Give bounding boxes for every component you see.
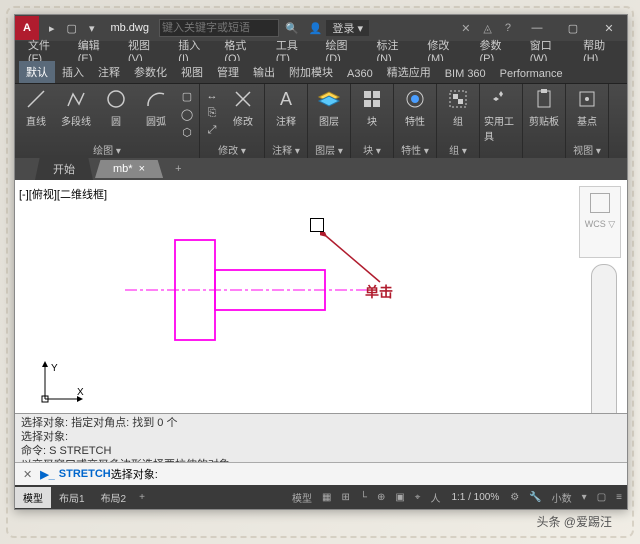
- modify-copy-icon[interactable]: ⎘: [204, 105, 220, 121]
- panel-group-label: 组 ▾: [441, 141, 475, 158]
- draw-small-2[interactable]: ◯: [179, 106, 195, 122]
- ribbon-tab-featured[interactable]: 精选应用: [380, 61, 438, 83]
- status-wrench-icon[interactable]: 🔧: [524, 492, 546, 503]
- panel-modify-label: 修改 ▾: [204, 141, 260, 158]
- status-polar-icon[interactable]: ⊕: [372, 492, 390, 503]
- modify-button[interactable]: 修改: [226, 86, 260, 128]
- status-more-icon[interactable]: ▾: [577, 492, 592, 503]
- ribbon-tab-addin[interactable]: 附加模块: [282, 61, 340, 83]
- panel-block-label: 块 ▾: [355, 141, 389, 158]
- click-annotation: 单击: [365, 282, 393, 302]
- ribbon: 直线 多段线 圆 圆弧 ▢ ◯ ⬡ 绘图 ▾ ↔ ⎘ ⤢ 修改 修改 ▾ A注释…: [15, 84, 627, 158]
- annotate-button[interactable]: A注释: [269, 86, 303, 128]
- command-line[interactable]: ✕ ▶_ STRETCH 选择对象:: [15, 462, 627, 485]
- status-user-icon[interactable]: 人: [425, 490, 445, 505]
- ribbon-tab-perf[interactable]: Performance: [493, 65, 570, 83]
- ribbon-tab-insert[interactable]: 插入: [55, 61, 91, 83]
- navigation-bar[interactable]: [591, 264, 617, 413]
- draw-small-1[interactable]: ▢: [179, 88, 195, 104]
- ribbon-tab-default[interactable]: 默认: [19, 61, 55, 83]
- cloud-icon[interactable]: ◬: [478, 22, 499, 35]
- panel-layer-label: 图层 ▾: [312, 141, 346, 158]
- modify-move-icon[interactable]: ↔: [204, 88, 220, 104]
- modify-stretch-icon[interactable]: ⤢: [204, 122, 220, 138]
- util-button[interactable]: 实用工具: [484, 86, 518, 143]
- status-model-button[interactable]: 模型: [287, 490, 317, 505]
- login-button[interactable]: 登录 ▾: [326, 20, 369, 36]
- drawing-geometry: [115, 218, 495, 378]
- drawing-canvas[interactable]: [-][俯视][二维线框] WCS ▽ 单击 Y X: [15, 180, 627, 413]
- status-osnap-icon[interactable]: ▣: [390, 492, 409, 503]
- status-grid-icon[interactable]: ▦: [317, 492, 336, 503]
- user-icon: 👤: [305, 22, 327, 35]
- svg-text:X: X: [77, 387, 84, 398]
- ucs-icon: Y X: [39, 359, 85, 405]
- line-button[interactable]: 直线: [19, 86, 53, 128]
- command-history[interactable]: 选择对象: 指定对角点: 找到 0 个 选择对象: 命令: S STRETCH …: [15, 413, 627, 462]
- attribution: 头条 @爱踢汪: [14, 510, 626, 530]
- status-zoom[interactable]: 1:1 / 100%: [445, 492, 505, 503]
- clip-button[interactable]: 剪贴板: [527, 86, 561, 128]
- panel-draw-label: 绘图 ▾: [19, 141, 195, 158]
- command-input[interactable]: [158, 467, 623, 481]
- exchange-icon[interactable]: ✕: [456, 22, 478, 35]
- ribbon-tab-view[interactable]: 视图: [174, 61, 210, 83]
- pickbox-cursor: [310, 218, 324, 232]
- ribbon-tab-output[interactable]: 输出: [246, 61, 282, 83]
- block-button[interactable]: 块: [355, 86, 389, 128]
- status-bar: 模型 布局1 布局2 + 模型 ▦ ⊞ └ ⊕ ▣ ⌖ 人 1:1 / 100%…: [15, 485, 627, 509]
- status-dyn-icon[interactable]: ⌖: [410, 492, 426, 503]
- status-clean-icon[interactable]: ▢: [592, 492, 611, 503]
- panel-prop-label: 特性 ▾: [398, 141, 432, 158]
- tab-model[interactable]: 模型: [15, 487, 51, 508]
- polyline-button[interactable]: 多段线: [59, 86, 93, 128]
- ribbon-tabs: 默认 插入 注释 参数化 视图 管理 输出 附加模块 A360 精选应用 BIM…: [15, 61, 627, 84]
- ribbon-tab-annotate[interactable]: 注释: [91, 61, 127, 83]
- draw-small-3[interactable]: ⬡: [179, 124, 195, 140]
- layer-button[interactable]: 图层: [312, 86, 346, 128]
- filename: mb.dwg: [100, 22, 159, 34]
- status-decimal[interactable]: 小数: [547, 490, 577, 505]
- search-input[interactable]: [159, 19, 279, 37]
- status-snap-icon[interactable]: ⊞: [336, 492, 354, 503]
- panel-view-label: 视图 ▾: [570, 141, 604, 158]
- cmd-prompt-icon: ▶_: [36, 468, 59, 481]
- ribbon-tab-bim360[interactable]: BIM 360: [438, 65, 493, 83]
- help-icon[interactable]: ?: [500, 22, 519, 34]
- search-icon[interactable]: 🔍: [279, 22, 305, 35]
- ribbon-tab-a360[interactable]: A360: [340, 65, 380, 83]
- status-tray-icon[interactable]: ≡: [611, 492, 627, 503]
- arc-button[interactable]: 圆弧: [139, 86, 173, 128]
- ribbon-tab-param[interactable]: 参数化: [127, 61, 174, 83]
- svg-text:Y: Y: [51, 363, 58, 374]
- group-button[interactable]: 组: [441, 86, 475, 128]
- tab-layout2[interactable]: 布局2: [93, 487, 135, 508]
- menubar: 文件(F) 编辑(E) 视图(V) 插入(I) 格式(O) 工具(T) 绘图(D…: [15, 41, 627, 61]
- cmd-close-icon[interactable]: ✕: [19, 468, 36, 481]
- viewcube[interactable]: WCS ▽: [579, 186, 621, 258]
- circle-button[interactable]: 圆: [99, 86, 133, 128]
- panel-annot-label: 注释 ▾: [269, 141, 303, 158]
- doc-tab-start[interactable]: 开始: [35, 158, 93, 180]
- status-ortho-icon[interactable]: └: [355, 492, 372, 503]
- document-tabs: 开始 mb* × +: [15, 158, 627, 180]
- doc-tab-add-button[interactable]: +: [165, 163, 191, 175]
- tab-layout1[interactable]: 布局1: [51, 487, 93, 508]
- tab-add-icon[interactable]: +: [134, 492, 150, 503]
- doc-tab-current[interactable]: mb* ×: [95, 160, 163, 178]
- ribbon-tab-manage[interactable]: 管理: [210, 61, 246, 83]
- status-gear-icon[interactable]: ⚙: [505, 492, 524, 503]
- base-button[interactable]: 基点: [570, 86, 604, 128]
- prop-button[interactable]: 特性: [398, 86, 432, 128]
- viewport-label[interactable]: [-][俯视][二维线框]: [19, 186, 107, 202]
